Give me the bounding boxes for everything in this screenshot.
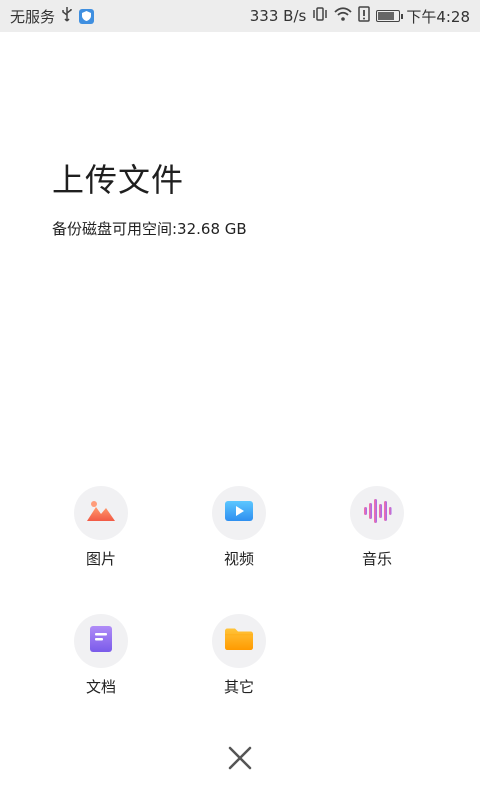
image-label: 图片 — [85, 550, 116, 568]
clock-text: 下午4:28 — [406, 7, 470, 26]
status-left: 无服务 — [10, 0, 95, 32]
wifi-icon — [334, 6, 352, 26]
image-icon — [86, 499, 116, 527]
available-space-text: 备份磁盘可用空间:32.68 GB — [52, 220, 247, 238]
upload-image-option[interactable]: 图片 — [51, 486, 151, 569]
folder-icon-circle[interactable] — [212, 614, 266, 668]
video-label: 视频 — [223, 550, 254, 568]
battery-icon — [376, 10, 404, 22]
folder-icon — [224, 627, 254, 655]
document-icon-circle[interactable] — [74, 614, 128, 668]
music-icon — [362, 498, 392, 528]
document-icon — [89, 625, 113, 657]
image-icon-circle[interactable] — [74, 486, 128, 540]
status-right: 333 B/s 下午4:28 — [250, 0, 470, 32]
shield-icon — [79, 8, 95, 24]
music-label: 音乐 — [361, 550, 392, 568]
music-icon-circle[interactable] — [350, 486, 404, 540]
close-button[interactable] — [220, 740, 260, 780]
upload-other-option[interactable]: 其它 — [189, 614, 289, 697]
document-label: 文档 — [85, 678, 116, 696]
video-icon-circle[interactable] — [212, 486, 266, 540]
other-label: 其它 — [223, 678, 254, 696]
net-speed-text: 333 B/s — [249, 7, 307, 25]
carrier-text: 无服务 — [10, 7, 56, 26]
upload-music-option[interactable]: 音乐 — [327, 486, 427, 569]
video-icon — [224, 500, 254, 526]
vibrate-icon — [312, 6, 328, 26]
upload-document-option[interactable]: 文档 — [51, 614, 151, 697]
usb-icon — [61, 6, 73, 26]
close-icon — [228, 746, 252, 774]
upload-video-option[interactable]: 视频 — [189, 486, 289, 569]
status-bar: 无服务 333 B/s 下午4:28 — [0, 0, 480, 32]
sim-alert-icon — [358, 6, 371, 26]
page-title: 上传文件 — [52, 161, 185, 199]
